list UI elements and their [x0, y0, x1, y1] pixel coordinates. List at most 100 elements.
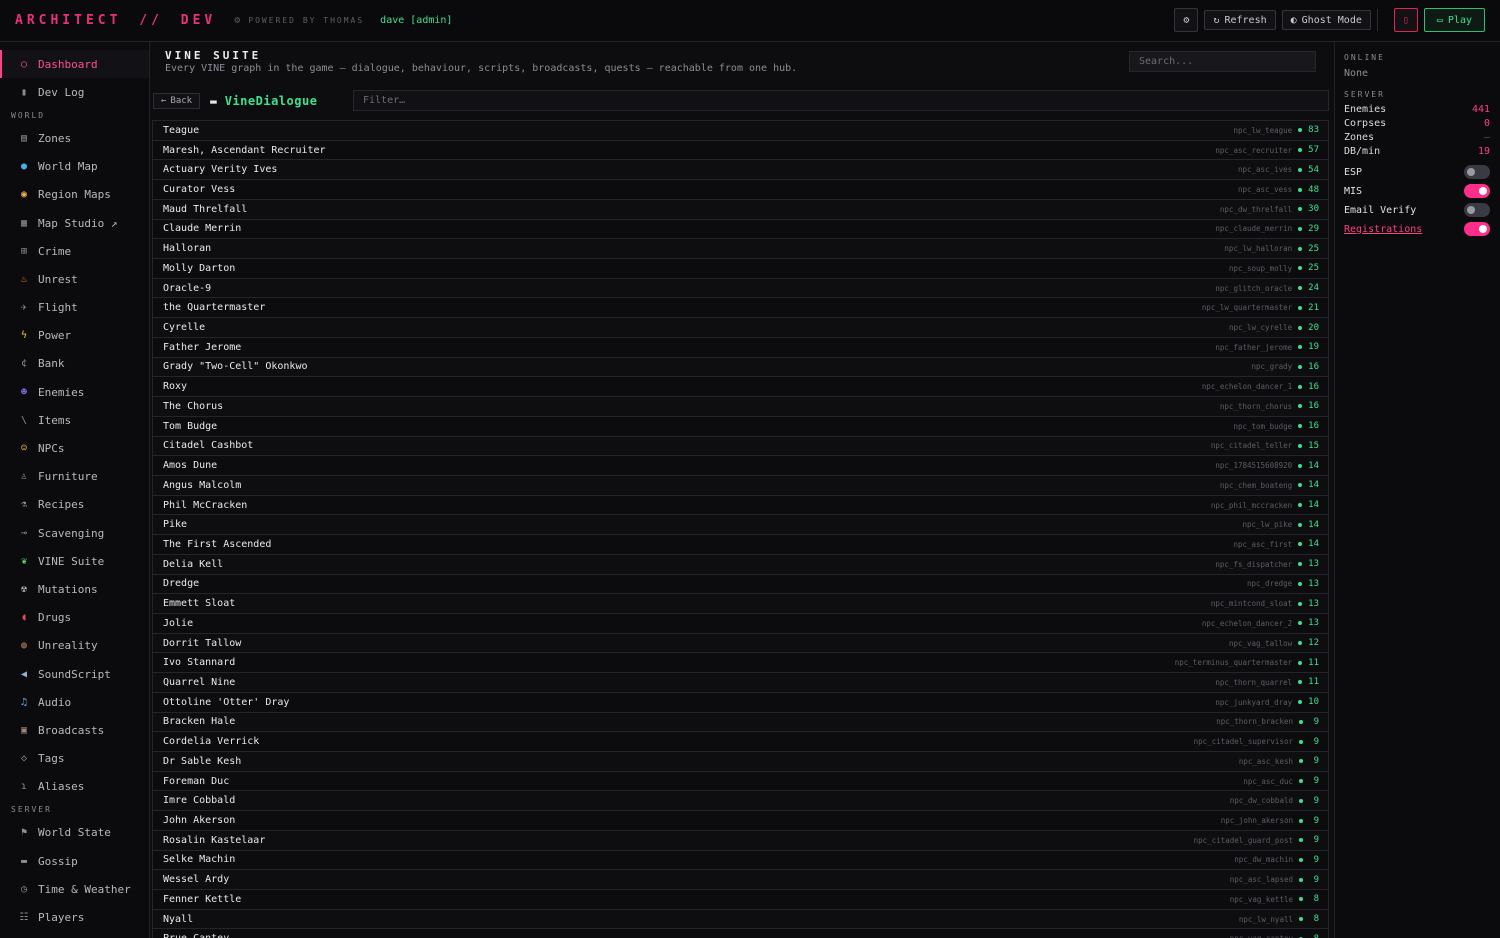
sidebar-item-items[interactable]: \ Items: [0, 406, 149, 434]
npc-graph-count: 9: [1313, 716, 1319, 727]
npc-row[interactable]: Fenner Kettle npc_vag_kettle 8: [152, 889, 1329, 909]
npc-row[interactable]: Actuary Verity Ives npc_asc_ives 54: [152, 159, 1329, 180]
npc-row[interactable]: Ottoline 'Otter' Dray npc_junkyard_dray 10: [152, 691, 1329, 712]
npc-row[interactable]: Grady "Two-Cell" Okonkwo npc_grady 16: [152, 356, 1329, 377]
sidebar-item-furniture[interactable]: ♙ Furniture: [0, 463, 149, 491]
ghost-icon: ◐: [1290, 14, 1297, 26]
npc-row[interactable]: Jolie npc_echelon_dancer_2 13: [152, 612, 1329, 633]
npc-row[interactable]: Wessel Ardy npc_asc_lapsed 9: [152, 869, 1329, 890]
stat-row: Enemies 441: [1344, 104, 1490, 115]
sidebar-item-audio[interactable]: ♫ Audio: [0, 688, 149, 716]
toggle-registrations[interactable]: [1464, 222, 1490, 236]
toggle-mis[interactable]: [1464, 184, 1490, 198]
npc-row[interactable]: Prue Canteynpc_vag_cantey 8: [152, 928, 1329, 938]
ghost-mode-button[interactable]: ◐ Ghost Mode: [1281, 10, 1371, 30]
filter-input[interactable]: [353, 90, 1329, 111]
npc-row[interactable]: Cordelia Verrick npc_citadel_supervisor 9: [152, 731, 1329, 751]
npc-row[interactable]: the Quartermaster npc_lw_quartermaster 21: [152, 297, 1329, 318]
sidebar-item-label: Unreality: [38, 639, 98, 653]
npc-row[interactable]: Selke Machin npc_dw_machin 9: [152, 849, 1329, 870]
npc-name: Prue Cantey: [163, 933, 1230, 938]
npc-row[interactable]: Phil McCracken npc_phil_mccracken 14: [152, 494, 1329, 515]
back-button[interactable]: ← Back: [153, 93, 201, 109]
sidebar-item-dashboard[interactable]: ○ Dashboard: [0, 50, 149, 79]
sidebar-item-crime[interactable]: ⊞ Crime: [0, 237, 149, 265]
toggle-esp[interactable]: [1464, 165, 1490, 179]
brand-logo[interactable]: ARCHITECT // DEV: [15, 13, 216, 28]
npc-row[interactable]: John Akerson npc_john_akerson 9: [152, 810, 1329, 830]
sidebar-item-mutations[interactable]: ☢ Mutations: [0, 575, 149, 603]
sidebar-item-broadcasts[interactable]: ▣ Broadcasts: [0, 716, 149, 744]
npc-row[interactable]: Bracken Hale npc_thorn_bracken 9: [152, 711, 1329, 732]
sidebar-item-flight[interactable]: ✈ Flight: [0, 294, 149, 322]
npc-row[interactable]: Dredge npc_dredge 13: [152, 573, 1329, 594]
sidebar-item-players[interactable]: ☷ Players: [0, 903, 149, 931]
settings-button[interactable]: ⚙: [1174, 8, 1199, 32]
status-dot-icon: [1299, 877, 1303, 882]
npc-row[interactable]: Maud Threlfall npc_dw_threlfall 30: [152, 198, 1329, 219]
npc-row[interactable]: Father Jerome npc_father_jerome 19: [152, 336, 1329, 357]
sidebar-item-time-weather[interactable]: ◷ Time & Weather: [0, 875, 149, 903]
sidebar-item-tags[interactable]: ◇ Tags: [0, 745, 149, 773]
npc-row[interactable]: Halloran npc_lw_halloran 25: [152, 238, 1329, 259]
npc-id: npc_vag_cantey: [1230, 934, 1293, 938]
npc-row[interactable]: Nyall npc_lw_nyall 8: [152, 908, 1329, 929]
npc-row[interactable]: The First Ascended npc_asc_first 14: [152, 534, 1329, 554]
npc-row[interactable]: Maresh, Ascendant Recruiter npc_asc_recru…: [152, 139, 1329, 160]
npc-id: npc_father_jerome: [1215, 342, 1293, 352]
npc-row[interactable]: Claude Merrin npc_claude_merrin 29: [152, 218, 1329, 239]
sidebar-item-aliases[interactable]: ɿ Aliases: [0, 773, 149, 801]
npc-row[interactable]: Emmett Sloat npc_mintcond_sloat 13: [152, 593, 1329, 613]
npc-row[interactable]: Citadel Cashbot npc_citadel_teller 15: [152, 435, 1329, 456]
play-button[interactable]: ▭ Play: [1423, 8, 1485, 32]
npc-row[interactable]: Ivo Stannard npc_terminus_quartermaster 11: [152, 652, 1329, 673]
npc-row[interactable]: Angus Malcolm npc_chem_boateng 14: [152, 474, 1329, 495]
sidebar-item-world-state[interactable]: ⚑ World State: [0, 819, 149, 847]
sidebar-item-gossip[interactable]: ▬ Gossip: [0, 847, 149, 875]
npc-row[interactable]: Molly Darton npc_soup_molly 25: [152, 258, 1329, 278]
toggle-knob: [1479, 225, 1487, 233]
sidebar-item-bank[interactable]: ¢ Bank: [0, 350, 149, 378]
npc-row[interactable]: Rosalin Kastelaar npc_citadel_guard_post 9: [152, 829, 1329, 850]
sidebar-item-zones[interactable]: ▤ Zones: [0, 124, 149, 152]
npc-row[interactable]: The Chorus npc_thorn_chorus 16: [152, 396, 1329, 416]
sidebar-item-unrest[interactable]: ♨ Unrest: [0, 265, 149, 293]
npc-row[interactable]: Tom Budge npc_tom_budge 16: [152, 415, 1329, 436]
npc-row[interactable]: Teague npc_lw_teague 83: [152, 120, 1329, 140]
toggle-email-verify[interactable]: [1464, 203, 1490, 217]
npc-row[interactable]: Cyrelle npc_lw_cyrelle 20: [152, 317, 1329, 337]
refresh-button[interactable]: ↻ Refresh: [1204, 10, 1276, 30]
npc-row[interactable]: Dorrit Tallow npc_vag_tallow 12: [152, 632, 1329, 653]
npc-id: npc_vag_kettle: [1229, 894, 1293, 904]
sidebar-item-unreality[interactable]: ◍ Unreality: [0, 632, 149, 660]
sidebar-item-map-studio[interactable]: ▦ Map Studio ↗: [0, 209, 149, 237]
sidebar-item-soundscript[interactable]: ◀ SoundScript: [0, 660, 149, 688]
registrations-link[interactable]: Registrations: [1344, 224, 1422, 235]
sidebar-item-recipes[interactable]: ⚗ Recipes: [0, 491, 149, 519]
npc-row[interactable]: Roxy npc_echelon_dancer_1 16: [152, 376, 1329, 397]
npc-row[interactable]: Dr Sable Kesh npc_asc_kesh 9: [152, 751, 1329, 771]
sidebar-item-power[interactable]: ϟ Power: [0, 322, 149, 350]
sidebar-item-npcs[interactable]: ☺ NPCs: [0, 434, 149, 462]
npc-row[interactable]: Quarrel Nine npc_thorn_quarrel 11: [152, 672, 1329, 692]
npc-row[interactable]: Curator Vess npc_asc_vess 48: [152, 179, 1329, 199]
npc-id: npc_mintcond_sloat: [1210, 599, 1293, 609]
sidebar-item-drugs[interactable]: ◖ Drugs: [0, 604, 149, 632]
sidebar-item-enemies[interactable]: ☻ Enemies: [0, 378, 149, 406]
npc-name: Dredge: [163, 578, 200, 590]
npc-row[interactable]: Foreman Duc npc_asc_duc 9: [152, 770, 1329, 791]
sidebar-item-dev-log[interactable]: ▮ Dev Log: [0, 78, 149, 106]
toggle-row-esp: ESP: [1344, 165, 1490, 179]
npc-row[interactable]: Pike npc_lw_pike 14: [152, 514, 1329, 535]
sidebar-item-scavenging[interactable]: ⊸ Scavenging: [0, 519, 149, 547]
main-content: VINE SUITE Every VINE graph in the game …: [151, 42, 1334, 938]
npc-row[interactable]: Delia Kell npc_fs_dispatcher 13: [152, 553, 1329, 574]
sidebar-item-world-map[interactable]: ● World Map: [0, 153, 149, 181]
npc-row[interactable]: Amos Dune npc_1784515608920 14: [152, 455, 1329, 475]
npc-row[interactable]: Imre Cobbald npc_dw_cobbald 9: [152, 790, 1329, 811]
sidebar-item-region-maps[interactable]: ◉ Region Maps: [0, 181, 149, 209]
stop-button[interactable]: ▯: [1393, 8, 1418, 32]
search-input[interactable]: [1129, 51, 1316, 72]
sidebar-item-vine-suite[interactable]: ❦ VINE Suite: [0, 547, 149, 575]
npc-row[interactable]: Oracle-9 npc_glitch_oracle 24: [152, 277, 1329, 298]
